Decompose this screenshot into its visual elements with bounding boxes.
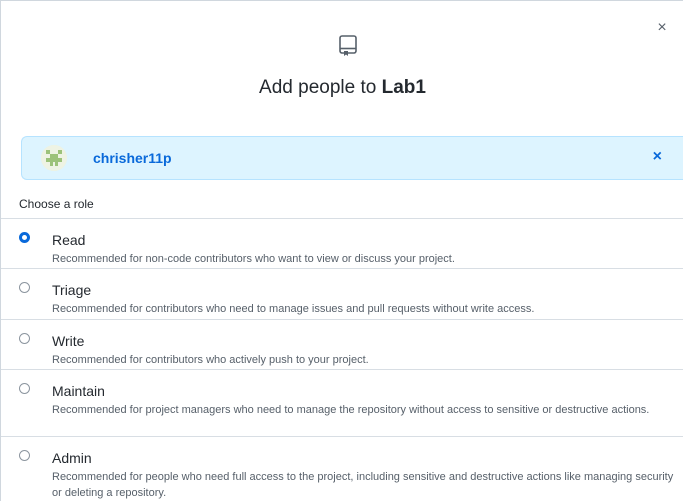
repo-icon	[339, 35, 357, 56]
role-description: Recommended for contributors who need to…	[52, 303, 535, 315]
role-description: Recommended for contributors who activel…	[52, 354, 369, 366]
role-radio-admin[interactable]	[19, 450, 30, 461]
role-name: Admin	[52, 450, 92, 466]
dialog-title: Add people to Lab1	[1, 77, 683, 99]
remove-user-button[interactable]: ×	[653, 148, 662, 166]
role-list: Read Recommended for non-code contributo…	[1, 218, 683, 501]
add-people-dialog: × Add people to Lab1 chrisher11p × Choos…	[0, 0, 683, 501]
selected-user-banner: chrisher11p ×	[21, 136, 683, 180]
role-option-write[interactable]: Write Recommended for contributors who a…	[1, 319, 683, 369]
choose-role-heading: Choose a role	[19, 197, 94, 211]
role-radio-maintain[interactable]	[19, 383, 30, 394]
role-name: Maintain	[52, 383, 105, 399]
role-radio-write[interactable]	[19, 333, 30, 344]
role-radio-read[interactable]	[19, 232, 30, 243]
close-dialog-button[interactable]: ×	[653, 19, 671, 37]
avatar	[41, 145, 67, 171]
close-icon: ×	[657, 19, 667, 36]
role-description: Recommended for non-code contributors wh…	[52, 253, 455, 265]
role-option-read[interactable]: Read Recommended for non-code contributo…	[1, 218, 683, 268]
role-description: Recommended for project managers who nee…	[52, 404, 650, 416]
role-option-admin[interactable]: Admin Recommended for people who need fu…	[1, 436, 683, 501]
role-name: Read	[52, 232, 86, 248]
identicon-icon	[41, 145, 67, 171]
dialog-title-prefix: Add people to	[259, 77, 382, 98]
role-option-triage[interactable]: Triage Recommended for contributors who …	[1, 268, 683, 319]
role-name: Triage	[52, 282, 92, 298]
repo-name: Lab1	[381, 77, 426, 98]
role-radio-triage[interactable]	[19, 282, 30, 293]
role-name: Write	[52, 333, 85, 349]
role-option-maintain[interactable]: Maintain Recommended for project manager…	[1, 369, 683, 436]
selected-username: chrisher11p	[93, 150, 172, 166]
role-description: Recommended for people who need full acc…	[52, 471, 674, 499]
